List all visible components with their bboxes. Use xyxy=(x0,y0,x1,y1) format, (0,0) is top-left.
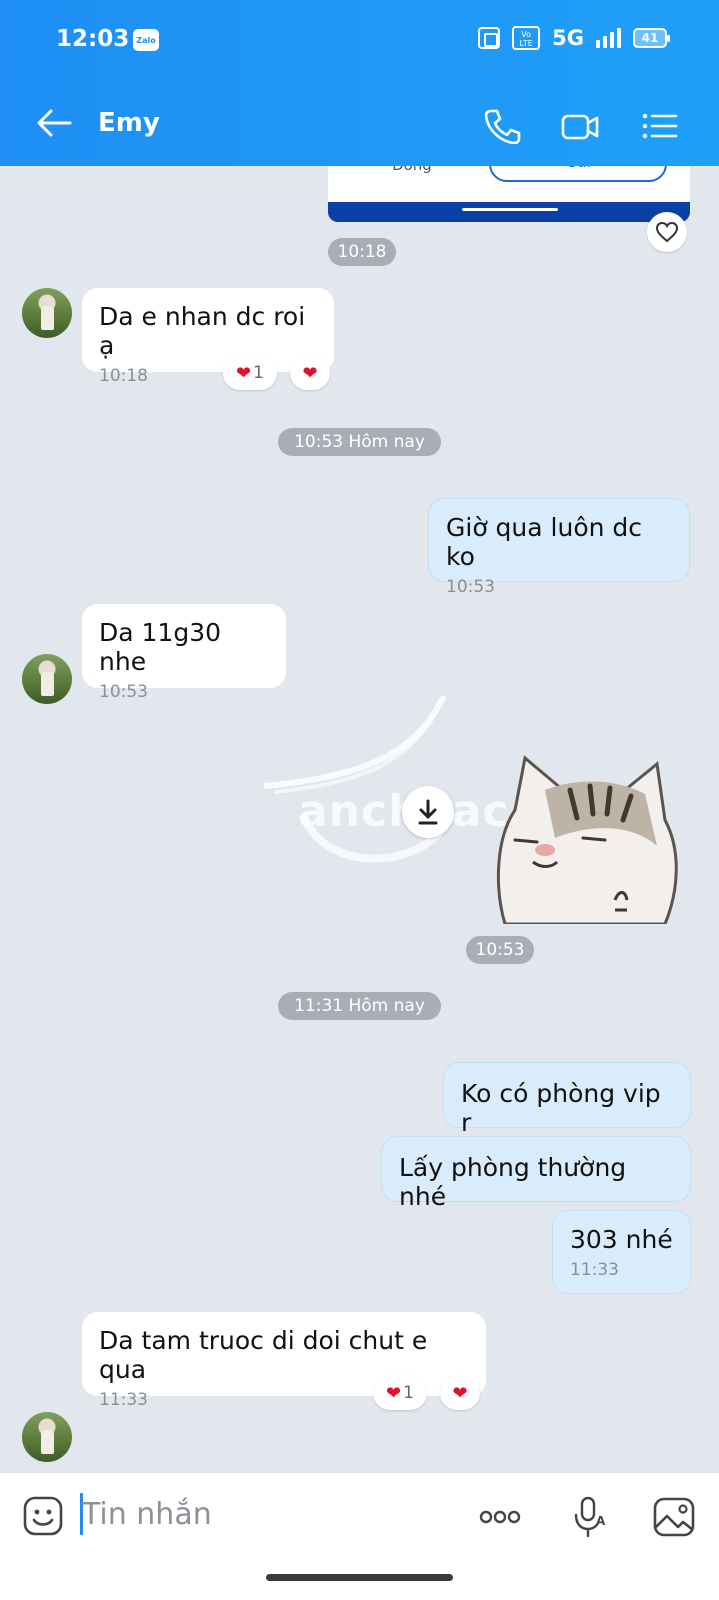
watermark-logo xyxy=(244,694,454,866)
message-bubble-outgoing[interactable]: Giờ qua luôn dc ko 10:53 xyxy=(428,498,690,597)
message-text: Da 11g30 nhe xyxy=(99,618,222,676)
download-button[interactable] xyxy=(402,786,454,838)
message-text: Ko có phòng vip r xyxy=(461,1079,661,1137)
avatar[interactable] xyxy=(22,654,72,704)
reaction-count-value: 1 xyxy=(403,1383,414,1403)
message-bubble-outgoing[interactable]: Ko có phòng vip r xyxy=(443,1062,691,1137)
reaction-count[interactable]: ❤ 1 xyxy=(223,356,277,390)
react-heart-button[interactable]: ❤ xyxy=(290,356,330,390)
card-footer xyxy=(328,202,690,222)
app-header: 12:03 Zalo Vo LTE 5G 41 Emy xyxy=(0,0,719,166)
message-bubble-outgoing[interactable]: Lấy phòng thường nhé xyxy=(381,1136,691,1211)
home-indicator[interactable] xyxy=(266,1574,453,1581)
message-composer: Tin nhắn A xyxy=(0,1472,719,1600)
heart-icon: ❤ xyxy=(452,1382,468,1404)
back-arrow-icon[interactable] xyxy=(36,108,72,138)
message-bubble-incoming[interactable]: Da tam truoc di doi chut e qua 11:33 xyxy=(82,1312,486,1410)
status-time: 12:03 xyxy=(56,26,130,52)
video-call-icon[interactable] xyxy=(560,108,600,144)
gallery-icon[interactable] xyxy=(652,1495,696,1539)
voice-to-text-icon[interactable]: A xyxy=(568,1495,612,1539)
menu-list-icon[interactable] xyxy=(640,108,680,144)
reaction-count[interactable]: ❤ 1 xyxy=(373,1376,427,1410)
chat-area[interactable]: Đóng Gửi 10:18 Da e nhan dc roi ạ 10:18 … xyxy=(0,166,719,1472)
status-right: Vo LTE 5G 41 xyxy=(478,26,670,50)
nfc-icon xyxy=(478,27,501,49)
phone-icon[interactable] xyxy=(482,108,522,144)
battery-icon: 41 xyxy=(633,28,670,48)
avatar[interactable] xyxy=(22,288,72,338)
message-text: Da e nhan dc roi ạ xyxy=(99,302,306,360)
download-icon xyxy=(418,799,438,825)
heart-icon: ❤ xyxy=(386,1382,402,1404)
message-time: 10:18 xyxy=(99,366,148,386)
zalo-notification-icon: Zalo xyxy=(133,29,159,51)
more-icon[interactable] xyxy=(478,1495,522,1539)
message-time: 10:53 xyxy=(446,577,495,597)
heart-icon: ❤ xyxy=(302,362,318,384)
cat-sticker[interactable] xyxy=(485,750,685,926)
message-input[interactable]: Tin nhắn xyxy=(82,1497,212,1532)
message-text: Da tam truoc di doi chut e qua xyxy=(99,1326,428,1384)
message-text: 303 nhé xyxy=(570,1225,673,1254)
svg-text:A: A xyxy=(596,1514,606,1528)
message-text: Giờ qua luôn dc ko xyxy=(446,513,643,571)
time-divider: 10:18 xyxy=(328,238,396,266)
react-heart-button[interactable] xyxy=(647,212,687,252)
emoji-icon[interactable] xyxy=(22,1495,64,1537)
react-heart-button[interactable]: ❤ xyxy=(440,1376,480,1410)
time-divider: 10:53 Hôm nay xyxy=(278,428,441,456)
card-close-label[interactable]: Đóng xyxy=(392,166,432,174)
message-time: 11:33 xyxy=(570,1260,619,1280)
card-send-button[interactable]: Gửi xyxy=(489,166,667,182)
heart-icon: ❤ xyxy=(236,362,252,384)
avatar[interactable] xyxy=(22,1412,72,1462)
reaction-count-value: 1 xyxy=(253,363,264,383)
time-divider: 10:53 xyxy=(466,936,534,964)
message-bubble-incoming[interactable]: Da 11g30 nhe 10:53 xyxy=(82,604,286,702)
network-type: 5G xyxy=(552,26,584,50)
time-divider: 11:31 Hôm nay xyxy=(278,992,441,1020)
chat-title[interactable]: Emy xyxy=(98,108,160,138)
status-bar: 12:03 Zalo Vo LTE 5G 41 xyxy=(0,0,719,82)
shared-card-preview[interactable]: Đóng Gửi xyxy=(328,166,690,222)
signal-icon xyxy=(596,28,621,48)
message-text: Lấy phòng thường nhé xyxy=(399,1153,627,1211)
volte-icon: Vo LTE xyxy=(512,26,541,50)
message-bubble-outgoing[interactable]: 303 nhé 11:33 xyxy=(552,1210,691,1294)
heart-outline-icon xyxy=(655,221,679,243)
